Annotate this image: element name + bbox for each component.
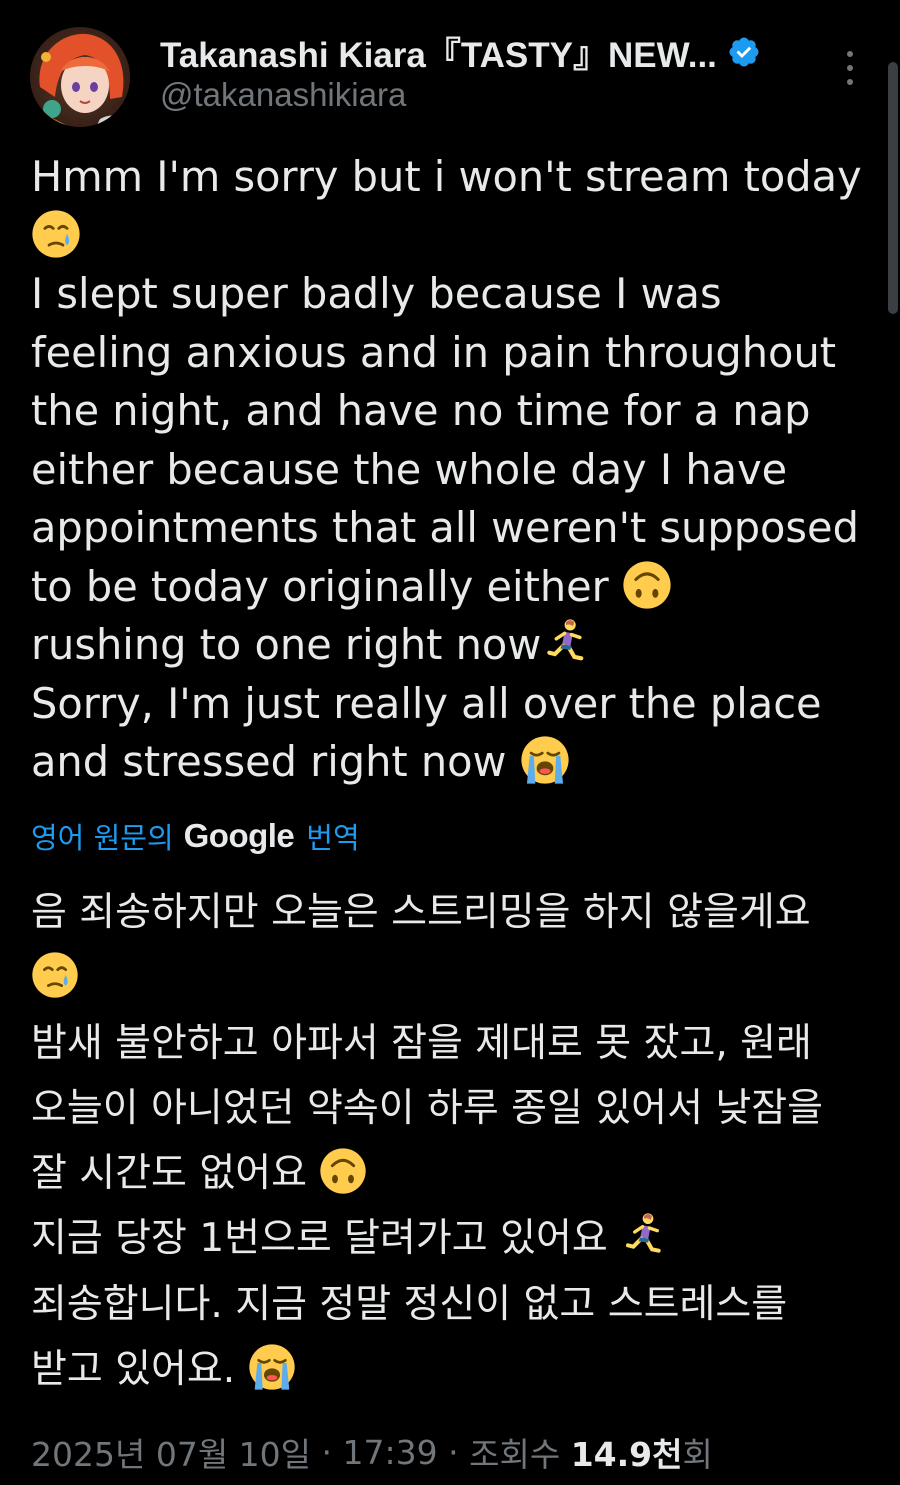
translation-line-text: 오늘이 아니었던 약속이 하루 종일 있어서 낮잠을 <box>31 1085 823 1131</box>
views-suffix: 회 <box>682 1435 713 1474</box>
crying-face-icon <box>31 209 81 259</box>
verified-badge-icon <box>727 35 761 69</box>
more-vertical-icon[interactable] <box>838 48 862 88</box>
display-name[interactable]: Takanashi Kiara『TASTY』NEW... <box>160 30 761 75</box>
translation-line-text: 잘 시간도 없어요 <box>31 1151 320 1197</box>
translation-line-text: 음 죄송하지만 오늘은 스트리밍을 하지 않을게요 <box>31 890 811 935</box>
tweet-line: to be today originally either <box>31 558 876 617</box>
translation-suffix: 번역 <box>306 821 360 855</box>
avatar[interactable] <box>30 27 130 127</box>
tweet-line-text: to be today originally either <box>31 561 622 611</box>
tweet-line: Sorry, I'm just really all over the plac… <box>31 675 876 734</box>
tweet-line: appointments that all weren't supposed <box>31 499 876 558</box>
tweet-time[interactable]: 17:39 <box>343 1433 438 1472</box>
tweet-line <box>31 207 876 266</box>
tweet-line: and stressed right now <box>31 733 876 792</box>
translation-line-text: 죄송합니다. 지금 정말 정신이 없고 스트레스를 <box>31 1281 788 1327</box>
tweet-line-text: Sorry, I'm just really all over the plac… <box>31 678 822 728</box>
translation-line: 지금 당장 1번으로 달려가고 있어요 <box>31 1206 876 1271</box>
translation-line: 죄송합니다. 지금 정말 정신이 없고 스트레스를 <box>31 1272 876 1337</box>
tweet-line: feeling anxious and in pain throughout <box>31 324 876 383</box>
translation-line-text: 지금 당장 1번으로 달려가고 있어요 <box>31 1216 621 1262</box>
tweet-header: Takanashi Kiara『TASTY』NEW... @takanashik… <box>0 0 900 135</box>
handle[interactable]: @takanashikiara <box>160 76 406 114</box>
meta-separator: · <box>311 1432 343 1472</box>
tweet-date[interactable]: 2025년 07월 10일 <box>31 1428 311 1476</box>
tweet-line-text: either because the whole day I have <box>31 444 788 494</box>
translation-line: 밤새 불안하고 아파서 잠을 제대로 못 잤고, 원래 <box>31 1011 876 1076</box>
tweet-line-text: the night, and have no time for a nap <box>31 386 811 435</box>
tweet-line-text: I slept super badly because I was <box>31 269 722 318</box>
crying-face-icon <box>31 951 79 999</box>
tweet-meta: 2025년 07월 10일 · 17:39 · 조회수 14.9천 회 <box>31 1428 713 1476</box>
translation-line: 잘 시간도 없어요 <box>31 1141 876 1206</box>
translation-line <box>31 945 876 1010</box>
tweet-line: I slept super badly because I was <box>31 265 876 324</box>
translation-line: 오늘이 아니었던 약속이 하루 종일 있어서 낮잠을 <box>31 1076 876 1141</box>
tweet-text: Hmm I'm sorry but i won't stream today I … <box>31 148 876 792</box>
scrollbar[interactable] <box>888 62 898 314</box>
woman-running-icon <box>620 1212 668 1260</box>
tweet-line: either because the whole day I have <box>31 441 876 500</box>
translation-line: 받고 있어요. <box>31 1337 876 1402</box>
tweet-line-text: and stressed right now <box>31 737 520 786</box>
translation-line-text: 받고 있어요. <box>31 1347 248 1393</box>
display-name-text: Takanashi Kiara『TASTY』NEW... <box>160 35 717 75</box>
google-logo: Google <box>183 817 295 854</box>
tweet-line-text: appointments that all weren't supposed <box>31 503 859 552</box>
tweet-line: the night, and have no time for a nap <box>31 382 876 441</box>
views-label: 조회수 <box>469 1435 571 1474</box>
translation-prefix: 영어 원문의 <box>31 821 174 855</box>
woman-running-icon <box>541 618 591 668</box>
upside-down-face-icon <box>319 1147 367 1195</box>
loudly-crying-face-icon <box>520 735 570 785</box>
tweet-line: Hmm I'm sorry but i won't stream today <box>31 148 876 207</box>
tweet-line-text: rushing to one right now <box>31 620 542 669</box>
upside-down-face-icon <box>622 560 672 610</box>
meta-separator: · <box>437 1432 470 1472</box>
translation-line: 음 죄송하지만 오늘은 스트리밍을 하지 않을게요 <box>31 880 876 945</box>
tweet-line-text: feeling anxious and in pain throughout <box>31 327 837 377</box>
tweet-line: rushing to one right now <box>31 616 876 675</box>
loudly-crying-face-icon <box>248 1343 296 1391</box>
translation-line-text: 밤새 불안하고 아파서 잠을 제대로 못 잤고, 원래 <box>31 1020 812 1066</box>
translated-text: 음 죄송하지만 오늘은 스트리밍을 하지 않을게요밤새 불안하고 아파서 잠을 … <box>31 880 876 1402</box>
translation-link[interactable]: 영어 원문의 Google 번역 <box>31 814 360 858</box>
views-count[interactable]: 14.9천 <box>571 1428 683 1476</box>
tweet-line-text: Hmm I'm sorry but i won't stream today <box>31 152 862 201</box>
